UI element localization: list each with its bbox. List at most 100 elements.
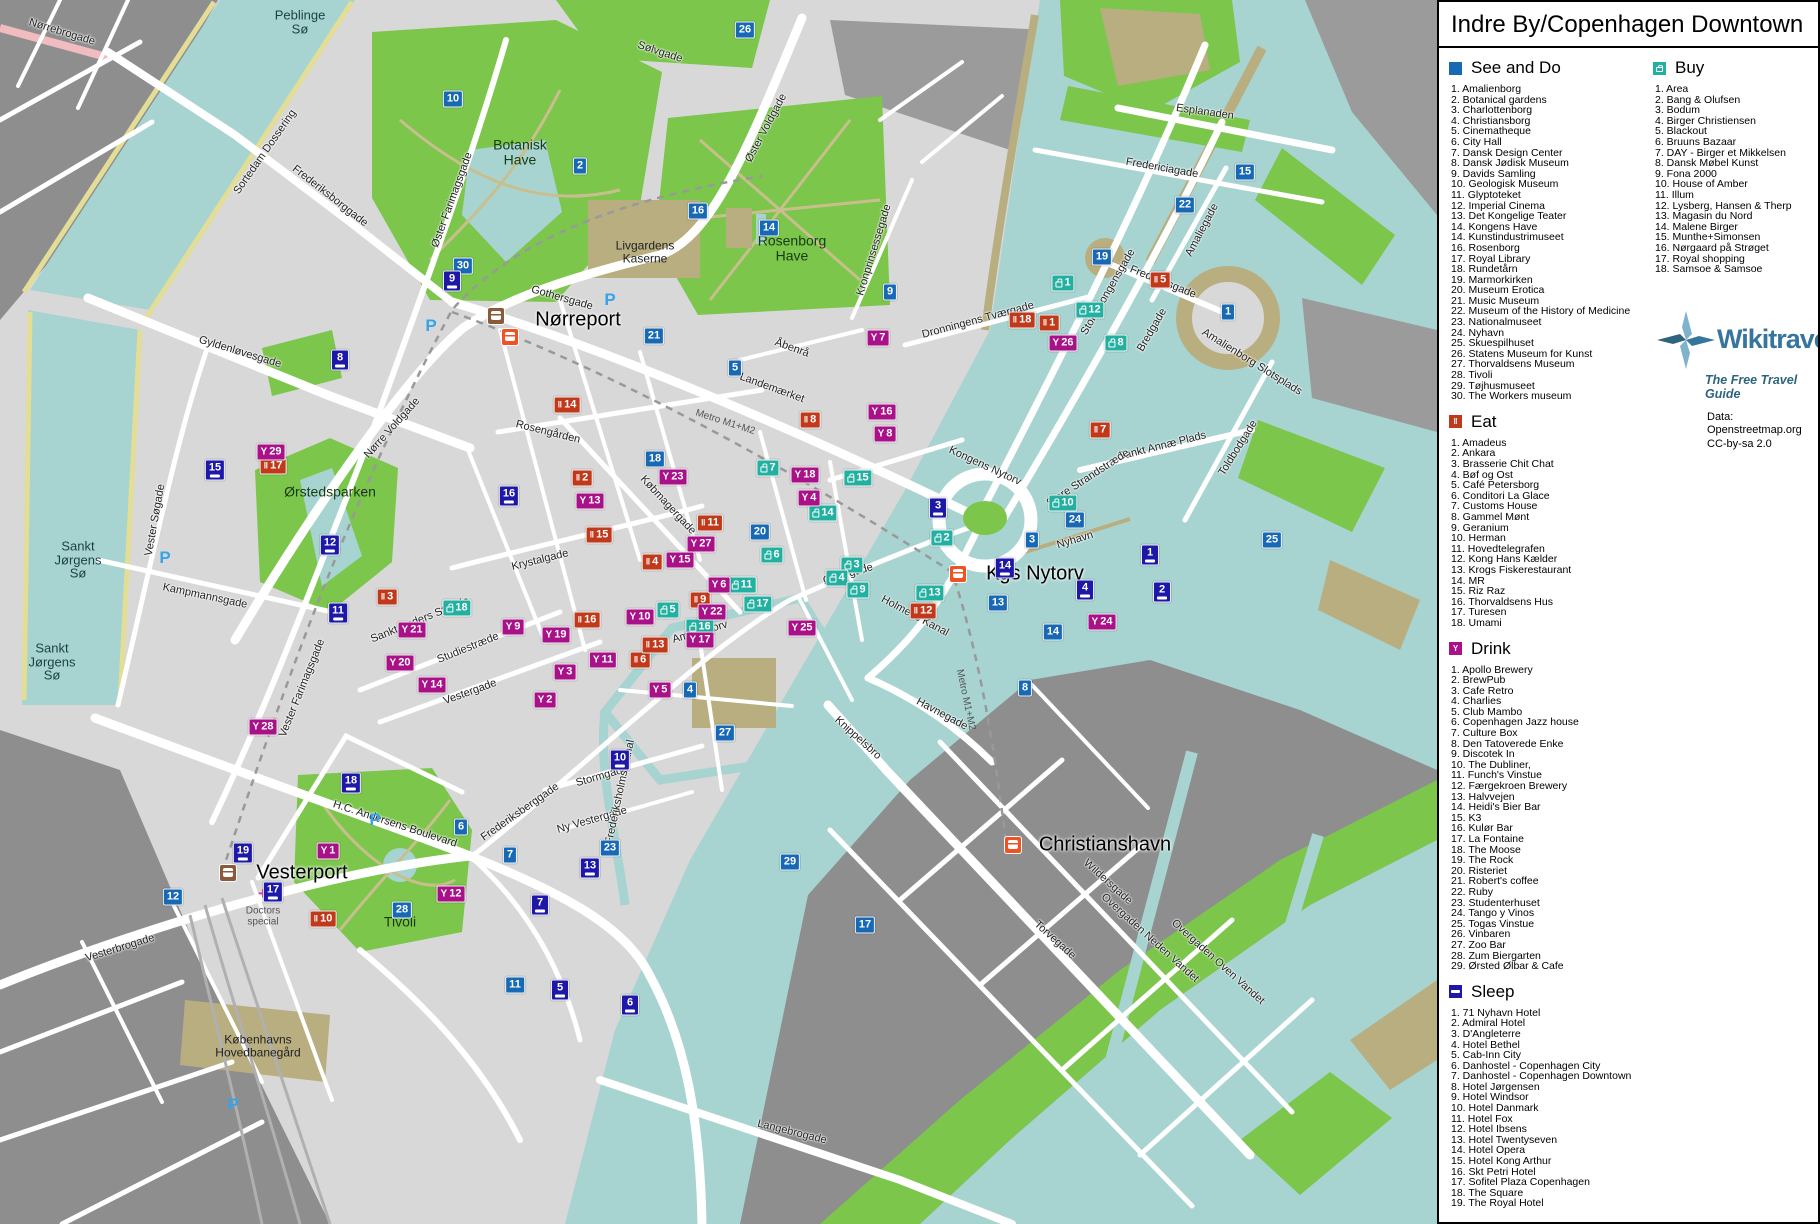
parking-icon[interactable]: P: [604, 290, 615, 310]
map-marker-drink-29[interactable]: Y29: [257, 444, 286, 461]
map-marker-sleep-7[interactable]: 7: [531, 895, 549, 916]
map-marker-drink-16[interactable]: Y16: [868, 404, 897, 421]
map-marker-sleep-14[interactable]: 14: [995, 558, 1015, 579]
map-marker-eat-3[interactable]: ‖3: [377, 589, 398, 606]
map-marker-buy-5[interactable]: 5: [656, 602, 679, 619]
map-marker-sleep-11[interactable]: 11: [328, 603, 348, 624]
map-marker-see-20[interactable]: 20: [750, 524, 770, 541]
map-marker-sleep-18[interactable]: 18: [341, 773, 361, 794]
map-marker-see-9[interactable]: 9: [883, 284, 897, 301]
map-marker-see-23[interactable]: 23: [600, 840, 620, 857]
map-marker-sleep-1[interactable]: 1: [1141, 545, 1159, 566]
map-marker-buy-14[interactable]: 14: [808, 505, 837, 522]
map-marker-drink-25[interactable]: Y25: [788, 620, 817, 637]
map-marker-eat-1[interactable]: ‖1: [1039, 315, 1060, 332]
map-marker-drink-18[interactable]: Y18: [791, 467, 820, 484]
map-marker-see-4[interactable]: 4: [683, 682, 697, 699]
map-marker-eat-11[interactable]: ‖11: [697, 515, 723, 532]
map-marker-sleep-5[interactable]: 5: [551, 980, 569, 1001]
map-marker-buy-4[interactable]: 4: [825, 570, 848, 587]
map-marker-see-14[interactable]: 14: [759, 220, 779, 237]
map-marker-sleep-9[interactable]: 9: [443, 271, 461, 292]
map-marker-buy-6[interactable]: 6: [760, 547, 783, 564]
map-marker-sleep-6[interactable]: 6: [621, 995, 639, 1016]
map-marker-see-21[interactable]: 21: [644, 328, 664, 345]
map-marker-drink-2[interactable]: Y2: [534, 692, 557, 709]
map-marker-see-27[interactable]: 27: [715, 725, 735, 742]
map-marker-see-8[interactable]: 8: [1018, 680, 1032, 697]
map-marker-buy-15[interactable]: 15: [843, 470, 872, 487]
map-marker-drink-12[interactable]: Y12: [437, 886, 466, 903]
map-marker-see-7[interactable]: 7: [503, 847, 517, 864]
map-marker-see-3[interactable]: 3: [1025, 532, 1039, 549]
map-marker-sleep-10[interactable]: 10: [610, 750, 630, 771]
map-marker-eat-8[interactable]: ‖8: [800, 412, 821, 429]
map-marker-drink-13[interactable]: Y13: [576, 493, 605, 510]
map-marker-drink-28[interactable]: Y28: [249, 719, 278, 736]
map-marker-buy-2[interactable]: 2: [930, 530, 953, 547]
map-marker-eat-12[interactable]: ‖12: [910, 603, 937, 620]
map-marker-see-16[interactable]: 16: [688, 203, 708, 220]
map-marker-buy-18[interactable]: 18: [442, 600, 471, 617]
map-marker-sleep-19[interactable]: 19: [233, 843, 253, 864]
map-marker-see-19[interactable]: 19: [1092, 249, 1112, 266]
map-marker-buy-13[interactable]: 13: [915, 585, 944, 602]
map-marker-drink-26[interactable]: Y26: [1049, 335, 1078, 352]
map-marker-eat-5[interactable]: ‖5: [1150, 272, 1171, 289]
map-marker-buy-10[interactable]: 10: [1048, 495, 1077, 512]
map-marker-sleep-4[interactable]: 4: [1076, 580, 1094, 601]
map-marker-eat-7[interactable]: ‖7: [1090, 422, 1111, 439]
map-marker-drink-8[interactable]: Y8: [874, 426, 897, 443]
map-marker-drink-4[interactable]: Y4: [798, 490, 821, 507]
map-marker-sleep-2[interactable]: 2: [1153, 582, 1171, 603]
map-marker-drink-1[interactable]: Y1: [317, 843, 340, 860]
map-marker-see-2[interactable]: 2: [573, 158, 587, 175]
map-marker-drink-14[interactable]: Y14: [418, 677, 447, 694]
map-marker-eat-13[interactable]: ‖13: [642, 637, 669, 654]
metro-station-icon[interactable]: [1004, 836, 1022, 854]
map-marker-sleep-16[interactable]: 16: [499, 486, 519, 507]
map-marker-sleep-12[interactable]: 12: [320, 535, 340, 556]
map-marker-eat-15[interactable]: ‖15: [586, 527, 613, 544]
metro-station-icon[interactable]: [949, 565, 967, 583]
map-marker-see-6[interactable]: 6: [454, 819, 468, 836]
map-marker-drink-15[interactable]: Y15: [666, 552, 695, 569]
map-marker-see-12[interactable]: 12: [163, 889, 183, 906]
map-marker-drink-27[interactable]: Y27: [687, 536, 716, 553]
parking-icon[interactable]: P: [369, 810, 380, 830]
map-marker-sleep-8[interactable]: 8: [331, 350, 349, 371]
map-marker-sleep-15[interactable]: 15: [205, 460, 225, 481]
map-marker-buy-9[interactable]: 9: [846, 582, 869, 599]
map-marker-buy-7[interactable]: 7: [756, 460, 779, 477]
map-marker-see-17[interactable]: 17: [855, 917, 875, 934]
map-marker-sleep-17[interactable]: 17: [263, 882, 283, 903]
map-marker-drink-5[interactable]: Y5: [649, 682, 672, 699]
map-marker-eat-18[interactable]: ‖18: [1009, 312, 1036, 329]
map-marker-drink-11[interactable]: Y11: [589, 652, 617, 669]
map-marker-see-29[interactable]: 29: [780, 854, 800, 871]
parking-icon[interactable]: P: [425, 316, 436, 336]
map-marker-drink-22[interactable]: Y22: [698, 604, 727, 621]
map-marker-drink-24[interactable]: Y24: [1088, 614, 1117, 631]
metro-station-icon[interactable]: [501, 328, 519, 346]
map-marker-eat-4[interactable]: ‖4: [642, 554, 663, 571]
map-marker-see-24[interactable]: 24: [1065, 512, 1085, 529]
map-marker-drink-20[interactable]: Y20: [386, 655, 415, 672]
map-marker-sleep-3[interactable]: 3: [929, 498, 947, 519]
map-marker-see-11[interactable]: 11: [505, 977, 525, 994]
map-canvas[interactable]: Peblinge SøSankt Jørgens SøSankt Jørgens…: [0, 0, 1437, 1224]
map-marker-see-25[interactable]: 25: [1262, 532, 1282, 549]
strain-station-icon[interactable]: [487, 307, 505, 325]
map-marker-drink-17[interactable]: Y17: [686, 632, 715, 649]
map-marker-see-5[interactable]: 5: [728, 360, 742, 377]
map-marker-see-22[interactable]: 22: [1175, 197, 1195, 214]
map-marker-eat-6[interactable]: ‖6: [630, 652, 651, 669]
map-marker-see-28[interactable]: 28: [392, 902, 412, 919]
map-marker-eat-10[interactable]: ‖10: [310, 911, 337, 928]
map-marker-drink-21[interactable]: Y21: [398, 622, 427, 639]
map-marker-see-26[interactable]: 26: [735, 22, 755, 39]
map-marker-drink-6[interactable]: Y6: [708, 577, 731, 594]
map-marker-buy-12[interactable]: 12: [1075, 302, 1104, 319]
parking-icon[interactable]: P: [227, 1095, 238, 1115]
map-marker-see-13[interactable]: 13: [988, 595, 1008, 612]
